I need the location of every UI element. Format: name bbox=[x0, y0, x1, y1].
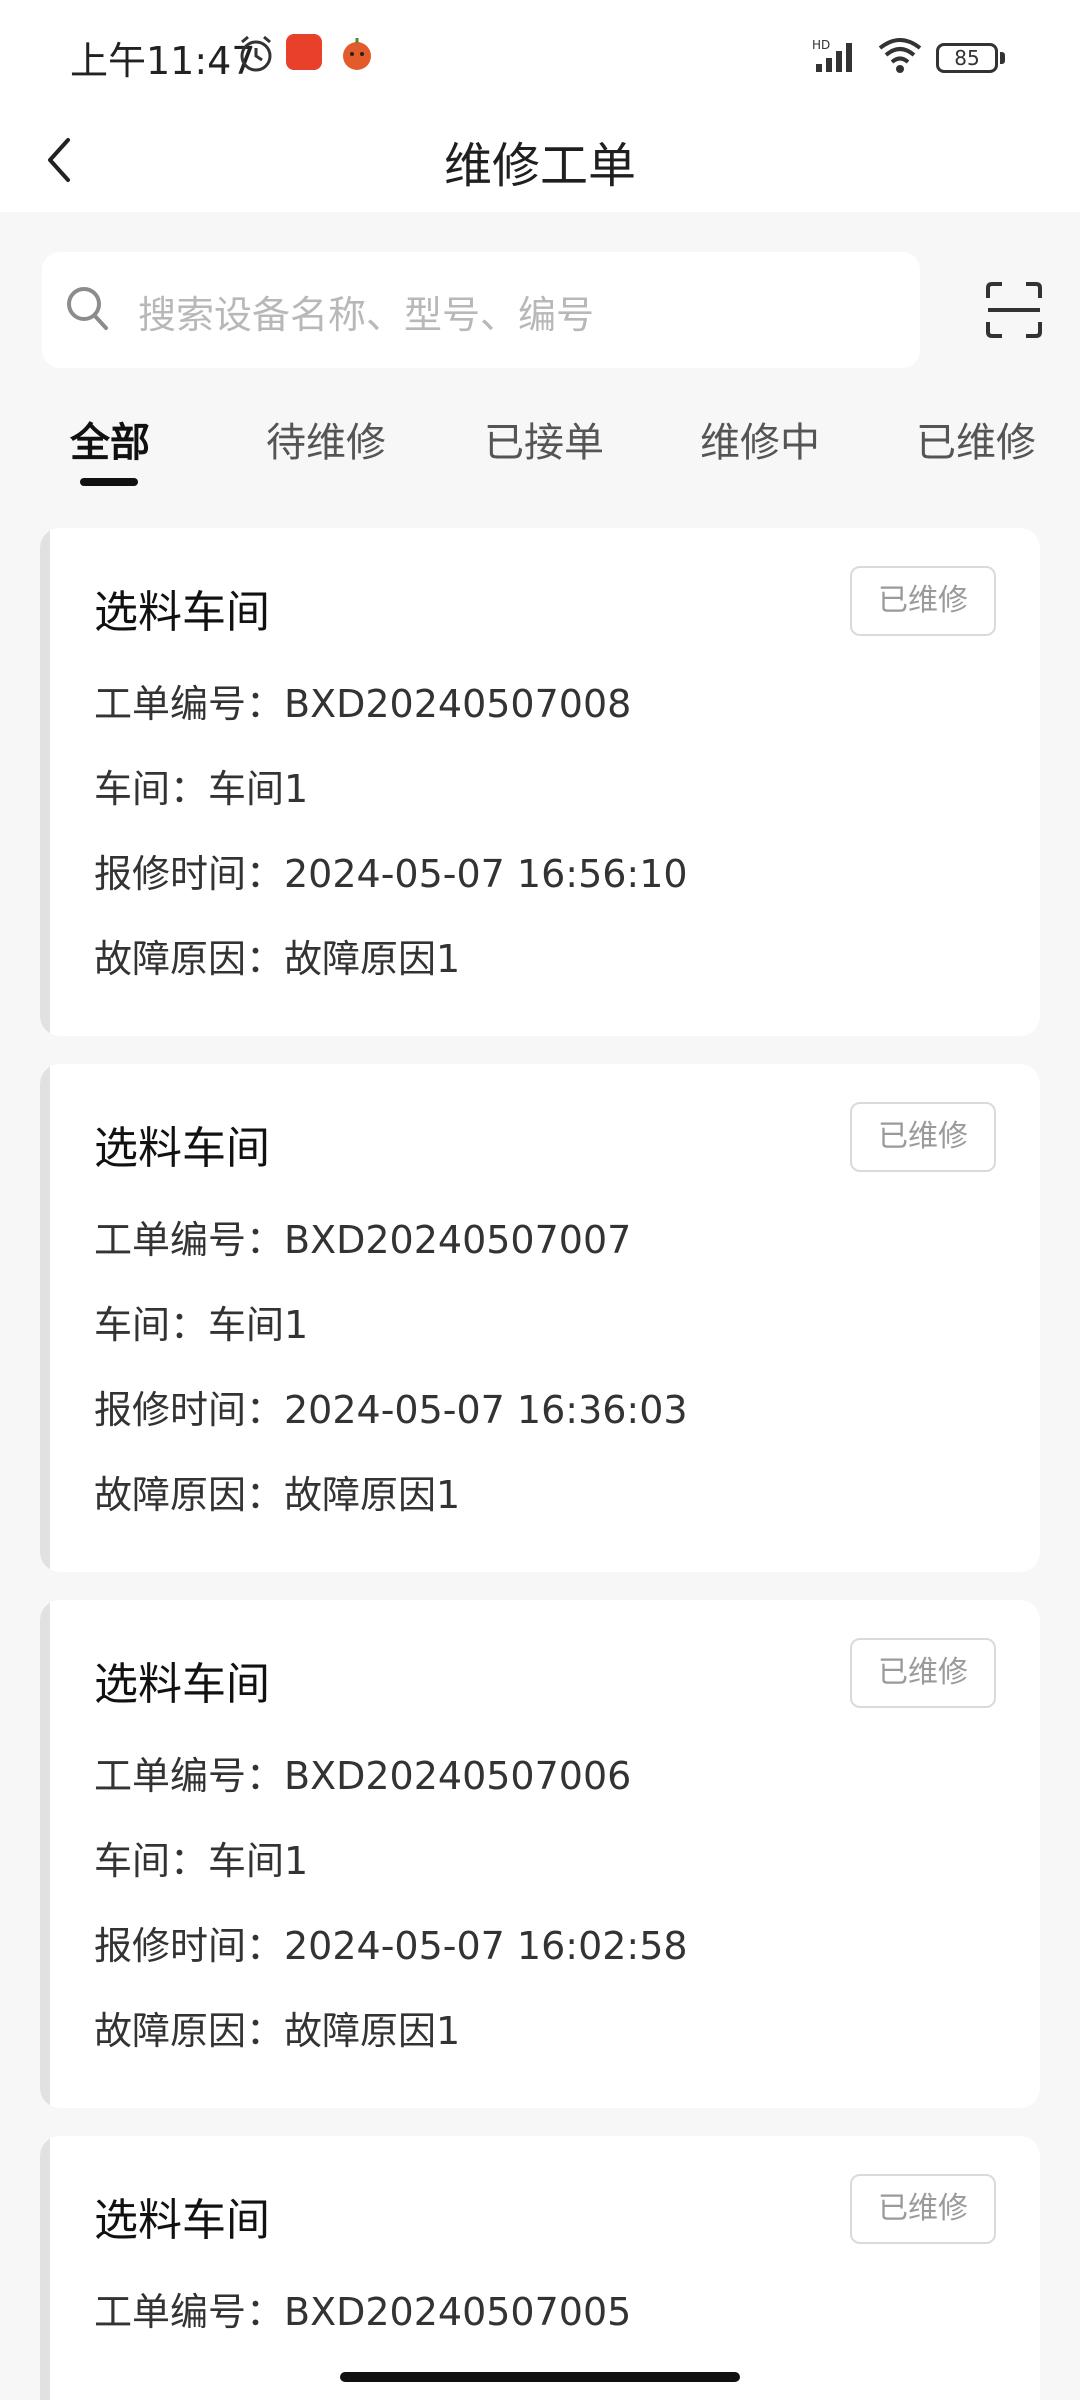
order-number: 工单编号：BXD20240507008 bbox=[94, 682, 632, 726]
order-workshop: 车间：车间1 bbox=[94, 1839, 309, 1883]
order-card[interactable]: 选料车间 已维修 工单编号：BXD20240507006 车间：车间1 报修时间… bbox=[40, 1600, 1040, 2108]
order-fault-reason: 故障原因：故障原因1 bbox=[94, 2009, 461, 2053]
status-bar: 上午11:47 HD 85 bbox=[0, 0, 1080, 110]
home-indicator[interactable] bbox=[340, 2372, 740, 2382]
app-icon bbox=[286, 34, 322, 70]
card-accent bbox=[40, 1600, 50, 2108]
order-number: 工单编号：BXD20240507006 bbox=[94, 1754, 632, 1798]
order-title: 选料车间 bbox=[94, 587, 270, 638]
status-tabs: 全部 待维修 已接单 维修中 已维修 bbox=[0, 410, 1080, 490]
order-report-time: 报修时间：2024-05-07 16:02:58 bbox=[94, 1924, 688, 1968]
signal-icon: HD bbox=[812, 38, 852, 72]
search-placeholder: 搜索设备名称、型号、编号 bbox=[138, 293, 595, 337]
scan-icon[interactable] bbox=[984, 280, 1044, 340]
order-workshop: 车间：车间1 bbox=[94, 1303, 309, 1347]
status-badge: 已维修 bbox=[850, 566, 996, 636]
order-fault-reason: 故障原因：故障原因1 bbox=[94, 1473, 461, 1517]
nav-bar: 维修工单 bbox=[0, 110, 1080, 212]
order-number: 工单编号：BXD20240507007 bbox=[94, 1218, 632, 1262]
status-badge: 已维修 bbox=[850, 2174, 996, 2244]
tab-accepted[interactable]: 已接单 bbox=[484, 410, 604, 468]
order-workshop: 车间：车间1 bbox=[94, 767, 309, 811]
page-title: 维修工单 bbox=[443, 138, 636, 194]
tab-in-repair[interactable]: 维修中 bbox=[700, 410, 820, 468]
tab-all[interactable]: 全部 bbox=[70, 410, 150, 468]
status-badge: 已维修 bbox=[850, 1638, 996, 1708]
order-card[interactable]: 选料车间 已维修 工单编号：BXD20240507008 车间：车间1 报修时间… bbox=[40, 528, 1040, 1036]
order-title: 选料车间 bbox=[94, 1123, 270, 1174]
search-input[interactable]: 搜索设备名称、型号、编号 bbox=[42, 252, 920, 368]
order-card[interactable]: 选料车间 已维修 工单编号：BXD20240507007 车间：车间1 报修时间… bbox=[40, 1064, 1040, 1572]
svg-text:HD: HD bbox=[812, 38, 830, 52]
alarm-icon bbox=[240, 35, 272, 72]
order-card[interactable]: 选料车间 已维修 工单编号：BXD20240507005 bbox=[40, 2136, 1040, 2400]
search-icon bbox=[67, 287, 108, 330]
status-time: 上午11:47 bbox=[70, 39, 256, 83]
tab-repaired[interactable]: 已维修 bbox=[916, 410, 1036, 468]
order-fault-reason: 故障原因：故障原因1 bbox=[94, 937, 461, 981]
order-title: 选料车间 bbox=[94, 2195, 270, 2246]
card-accent bbox=[40, 528, 50, 1036]
battery-icon: 85 bbox=[936, 43, 998, 73]
order-report-time: 报修时间：2024-05-07 16:56:10 bbox=[94, 852, 688, 896]
battery-tip bbox=[1000, 52, 1005, 64]
order-title: 选料车间 bbox=[94, 1659, 270, 1710]
order-report-time: 报修时间：2024-05-07 16:36:03 bbox=[94, 1388, 688, 1432]
tab-pending-repair[interactable]: 待维修 bbox=[266, 410, 386, 468]
tab-indicator bbox=[80, 478, 138, 486]
status-badge: 已维修 bbox=[850, 1102, 996, 1172]
order-number: 工单编号：BXD20240507005 bbox=[94, 2290, 632, 2334]
wifi-icon bbox=[878, 38, 922, 73]
app-icon bbox=[343, 38, 371, 70]
card-accent bbox=[40, 2136, 50, 2400]
card-accent bbox=[40, 1064, 50, 1572]
